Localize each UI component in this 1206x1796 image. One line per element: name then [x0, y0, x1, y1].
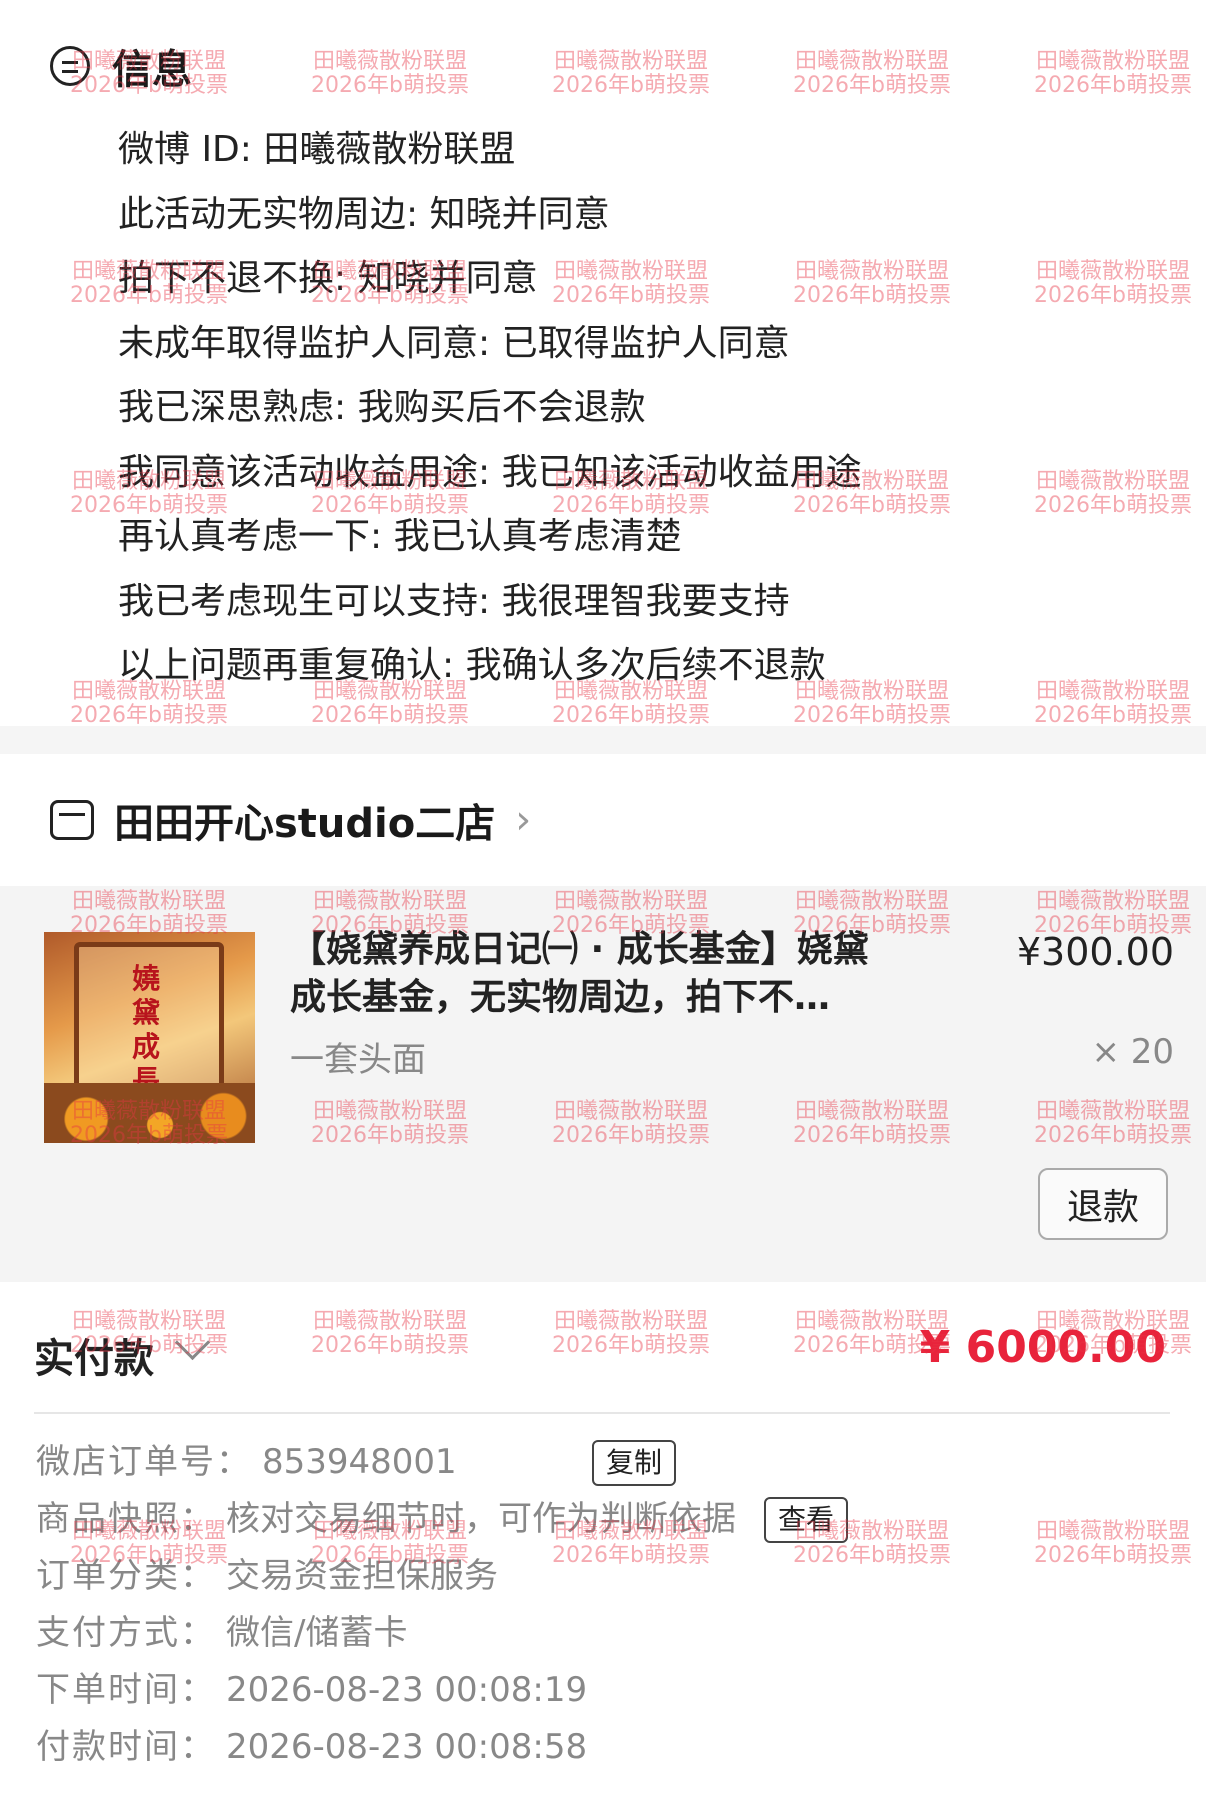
chevron-right-icon: › [515, 797, 532, 843]
note-icon [50, 46, 90, 86]
watermark-line1: 田曦薇散粉联盟 [312, 1309, 467, 1334]
paid-amount: ¥ 6000.00 [919, 1322, 1166, 1373]
shop-name: 田田开心studio二店 [114, 801, 496, 847]
pay-time-label: 付款时间： [36, 1727, 216, 1767]
watermark-line2: 2026年b萌投票 [311, 1333, 469, 1358]
copy-button[interactable]: 复制 [592, 1439, 677, 1486]
info-line: 未成年取得监护人同意: 已取得监护人同意 [118, 322, 790, 364]
snapshot-label: 商品快照： [36, 1499, 216, 1539]
info-line: 拍下不退不换: 知晓并同意 [118, 258, 538, 299]
shop-icon [50, 800, 94, 840]
info-line: 此活动无实物周边: 知晓并同意 [118, 193, 610, 235]
order-category-value: 交易资金担保服务 [226, 1556, 498, 1596]
shop-link[interactable]: 田田开心studio二店 › [50, 790, 531, 850]
pay-time-row: 付款时间： 2026-08-23 00:08:58 [36, 1719, 848, 1776]
divider [34, 1412, 1170, 1414]
info-line: 我同意该活动收益用途: 我已知该活动收益用途 [118, 451, 862, 493]
product-title[interactable]: 【娆黛养成日记㈠ · 成长基金】娆黛成长基金，无实物周边，拍下不… [290, 926, 890, 1022]
watermark: 田曦薇散粉联盟 2026年b萌投票 [1034, 1520, 1192, 1568]
info-header: 信息 [50, 36, 192, 96]
order-category-label: 订单分类： [36, 1556, 216, 1596]
view-button[interactable]: 查看 [764, 1496, 849, 1543]
flower-decoration [44, 1083, 255, 1143]
order-number-value: 853948001 [262, 1442, 457, 1482]
payment-method-value: 微信/储蓄卡 [226, 1613, 408, 1653]
watermark-line1: 田曦薇散粉联盟 [553, 1309, 708, 1334]
paid-amount-label[interactable]: 实付款 [34, 1326, 154, 1384]
watermark-line2: 2026年b萌投票 [552, 1333, 710, 1358]
info-line: 我已考虑现生可以支持: 我很理智我要支持 [118, 580, 790, 622]
info-line: 再认真考虑一下: 我已认真考虑清楚 [118, 516, 682, 557]
watermark: 田曦薇散粉联盟 2026年b萌投票 [552, 1310, 710, 1358]
watermark-line2: 2026年b萌投票 [1034, 1543, 1192, 1568]
payment-method-row: 支付方式： 微信/储蓄卡 [36, 1605, 848, 1662]
chevron-down-icon[interactable] [174, 1324, 211, 1361]
payment-method-label: 支付方式： [36, 1613, 216, 1653]
snapshot-value: 核对交易细节时，可作为判断依据 [226, 1499, 736, 1539]
product-price: ¥300.00 [1016, 930, 1174, 974]
order-category-row: 订单分类： 交易资金担保服务 [36, 1548, 848, 1605]
order-time-label: 下单时间： [36, 1670, 216, 1710]
info-line: 我已深思熟虑: 我购买后不会退款 [118, 387, 646, 428]
pay-time-value: 2026-08-23 00:08:58 [226, 1727, 588, 1767]
watermark-line1: 田曦薇散粉联盟 [1035, 1519, 1190, 1544]
section-gap [0, 726, 1206, 754]
refund-button[interactable]: 退款 [1038, 1168, 1168, 1240]
product-card[interactable]: 嬈黛成長基金 【娆黛养成日记㈠ · 成长基金】娆黛成长基金，无实物周边，拍下不…… [0, 886, 1206, 1282]
info-line: 微博 ID: 田曦薇散粉联盟 [118, 129, 516, 170]
order-details: 微店订单号： 853948001 复制 商品快照： 核对交易细节时，可作为判断依… [36, 1434, 849, 1776]
snapshot-row: 商品快照： 核对交易细节时，可作为判断依据 查看 [36, 1491, 849, 1548]
info-lines: 微博 ID: 田曦薇散粉联盟 此活动无实物周边: 知晓并同意 拍下不退不换: 知… [118, 118, 862, 699]
order-number-label: 微店订单号： [36, 1442, 252, 1482]
info-line: 以上问题再重复确认: 我确认多次后续不退款 [118, 645, 826, 686]
order-time-value: 2026-08-23 00:08:19 [226, 1670, 588, 1710]
info-section: 信息 微博 ID: 田曦薇散粉联盟 此活动无实物周边: 知晓并同意 拍下不退不换… [0, 0, 1206, 726]
product-quantity: × 20 [1091, 1032, 1174, 1072]
product-image[interactable]: 嬈黛成長基金 [44, 932, 255, 1143]
product-sku: 一套头面 [290, 1040, 426, 1080]
order-time-row: 下单时间： 2026-08-23 00:08:19 [36, 1662, 848, 1719]
order-number-row: 微店订单号： 853948001 复制 [36, 1434, 848, 1491]
watermark: 田曦薇散粉联盟 2026年b萌投票 [311, 1310, 469, 1358]
info-title: 信息 [112, 47, 192, 93]
